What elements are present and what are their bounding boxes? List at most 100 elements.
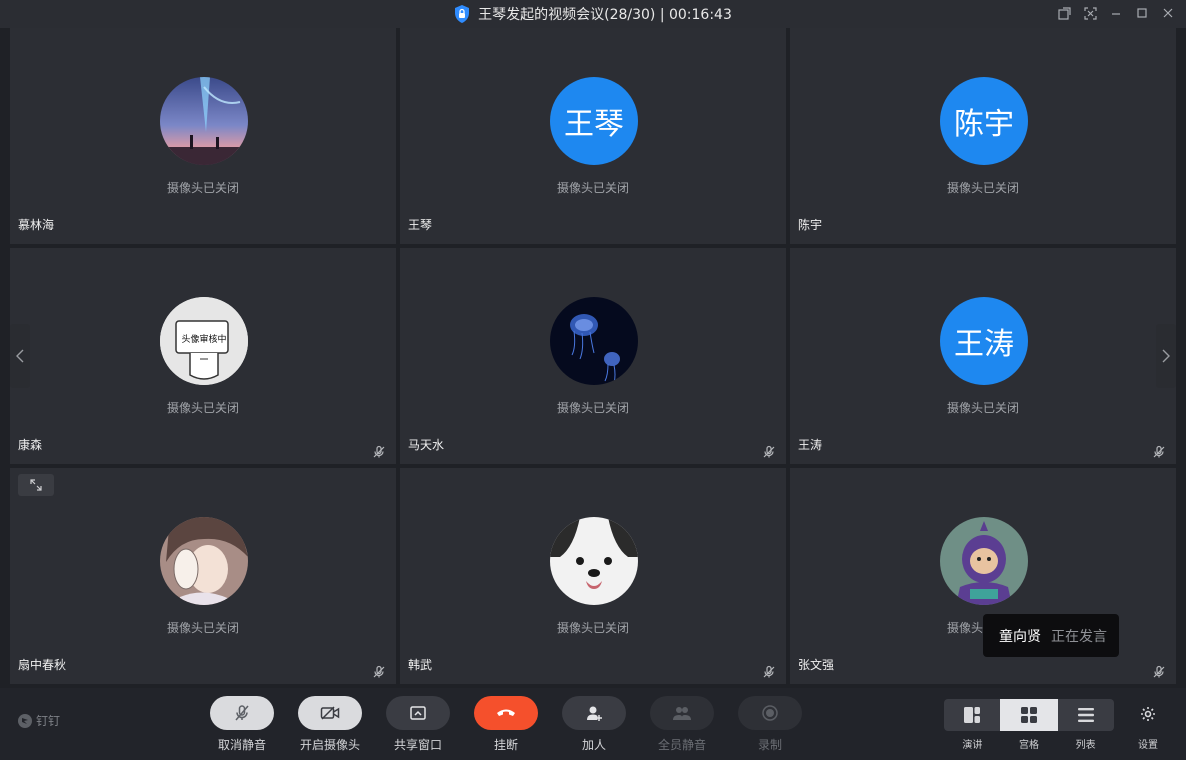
meeting-title: 王琴发起的视频会议(28/30) | 00:16:43	[478, 7, 732, 23]
layout-switch	[944, 699, 1114, 731]
participant-name: 王涛	[798, 438, 823, 452]
participant-name: 扇中春秋	[18, 658, 67, 672]
participant-tile[interactable]: 王涛 摄像头已关闭 王涛	[790, 248, 1176, 464]
speaker-status: 正在发言	[1051, 628, 1107, 645]
layout-grid-label: 宫格	[1019, 740, 1039, 751]
mic-off-icon	[372, 444, 386, 458]
record-button[interactable]: 录制	[738, 696, 802, 753]
participant-name: 马天水	[408, 438, 445, 452]
popout-icon[interactable]	[1056, 5, 1072, 21]
unmute-button[interactable]: 取消静音	[210, 696, 274, 753]
record-icon	[762, 705, 778, 721]
share-window-label: 共享窗口	[393, 738, 442, 752]
title-bar: 王琴发起的视频会议(28/30) | 00:16:43	[0, 0, 1186, 28]
camera-on-label: 开启摄像头	[299, 738, 360, 752]
avatar	[550, 297, 638, 385]
hang-up-label: 挂断	[493, 738, 518, 752]
avatar: 头像审核中	[160, 297, 248, 385]
add-person-icon	[587, 706, 602, 721]
share-window-button[interactable]: 共享窗口	[386, 696, 450, 753]
participant-name: 张文强	[798, 658, 835, 672]
mute-all-icon	[673, 707, 691, 720]
camera-status: 摄像头已关闭	[556, 621, 629, 635]
camera-status: 摄像头已关闭	[166, 621, 239, 635]
layout-list-button[interactable]	[1058, 699, 1114, 731]
minimize-icon[interactable]	[1108, 5, 1124, 21]
participant-tile[interactable]: 摄像头已关闭 扇中春秋	[10, 468, 396, 684]
avatar	[940, 517, 1028, 605]
avatar: 陈宇	[940, 77, 1028, 165]
avatar	[160, 517, 248, 605]
share-window-icon	[410, 706, 426, 720]
mic-off-icon	[1152, 664, 1166, 678]
expand-button[interactable]	[18, 474, 54, 496]
mic-off-icon	[1152, 444, 1166, 458]
camera-status: 摄像头已关闭	[166, 401, 239, 415]
speaker-layout-icon	[964, 707, 980, 723]
participant-tile[interactable]: 陈宇 摄像头已关闭 陈宇	[790, 28, 1176, 244]
add-person-label: 加人	[581, 738, 606, 752]
brand-logo: 钉钉	[18, 712, 60, 729]
participant-name: 慕林海	[18, 218, 55, 232]
prev-page-button[interactable]	[10, 324, 30, 388]
maximize-icon[interactable]	[1134, 5, 1150, 21]
fullscreen-icon[interactable]	[1082, 5, 1098, 21]
unmute-label: 取消静音	[217, 738, 266, 752]
hang-up-button[interactable]: 挂断	[474, 696, 538, 753]
mic-off-icon	[762, 664, 776, 678]
layout-speaker-label: 演讲	[962, 740, 983, 751]
camera-status: 摄像头已关闭	[556, 401, 629, 415]
participant-tile[interactable]: 摄像头已关闭 慕林海	[10, 28, 396, 244]
mic-off-icon	[372, 664, 386, 678]
shield-lock-icon	[454, 5, 470, 23]
speaker-name: 童向贤	[999, 628, 1041, 645]
expand-icon	[30, 479, 42, 491]
participant-name: 韩武	[408, 658, 433, 672]
mute-all-button[interactable]: 全员静音	[650, 696, 714, 753]
participant-name: 王琴	[408, 218, 433, 232]
camera-status: 摄像头已关闭	[946, 181, 1019, 195]
dingtalk-icon	[18, 713, 32, 728]
gear-icon	[1141, 707, 1155, 721]
speaking-indicator: 童向贤 正在发言	[983, 614, 1119, 657]
record-label: 录制	[757, 738, 782, 752]
list-layout-icon	[1078, 708, 1094, 722]
settings-button[interactable]: 设置	[1134, 706, 1162, 751]
meeting-toolbar: 钉钉 取消静音 开启摄像头 共享窗口 挂断 加人 全员静音 录制 演讲 宫格 列…	[0, 688, 1186, 760]
mic-muted-icon	[235, 705, 249, 721]
avatar-overlay-text: 头像审核中	[181, 334, 227, 345]
close-icon[interactable]	[1160, 5, 1176, 21]
avatar	[550, 517, 638, 605]
avatar: 王琴	[550, 77, 638, 165]
add-person-button[interactable]: 加人	[562, 696, 626, 753]
avatar	[160, 77, 248, 165]
mic-off-icon	[762, 444, 776, 458]
avatar: 王涛	[940, 297, 1028, 385]
participant-tile[interactable]: 摄像头已关闭 马天水	[400, 248, 786, 464]
participant-name: 康森	[18, 438, 43, 452]
participant-name: 陈宇	[798, 218, 823, 232]
camera-off-icon	[320, 706, 340, 720]
settings-label: 设置	[1138, 740, 1158, 751]
next-page-button[interactable]	[1156, 324, 1176, 388]
title-wrap: 王琴发起的视频会议(28/30) | 00:16:43	[454, 4, 732, 24]
window-controls	[1056, 5, 1176, 21]
brand-name: 钉钉	[36, 714, 61, 728]
layout-labels: 演讲 宫格 列表	[944, 736, 1114, 751]
layout-list-label: 列表	[1075, 740, 1096, 751]
layout-grid-button[interactable]	[1000, 699, 1058, 731]
hang-up-icon	[497, 709, 515, 716]
participant-tile[interactable]: 摄像头已关闭 韩武	[400, 468, 786, 684]
camera-on-button[interactable]: 开启摄像头	[298, 696, 362, 753]
participant-tile[interactable]: 王琴 摄像头已关闭 王琴	[400, 28, 786, 244]
layout-speaker-button[interactable]	[944, 699, 1000, 731]
participant-tile[interactable]: 头像审核中 摄像头已关闭 康森	[10, 248, 396, 464]
mute-all-label: 全员静音	[657, 738, 706, 752]
camera-status: 摄像头已关闭	[166, 181, 239, 195]
chevron-right-icon	[1162, 349, 1170, 363]
chevron-left-icon	[16, 349, 24, 363]
camera-status: 摄像头已关闭	[946, 401, 1019, 415]
camera-status: 摄像头已关闭	[556, 181, 629, 195]
grid-layout-icon	[1021, 707, 1037, 723]
participant-grid: 摄像头已关闭 慕林海 王琴 摄像头已关闭 王琴 陈宇 摄像头已关闭 陈宇 头像审…	[10, 28, 1176, 685]
